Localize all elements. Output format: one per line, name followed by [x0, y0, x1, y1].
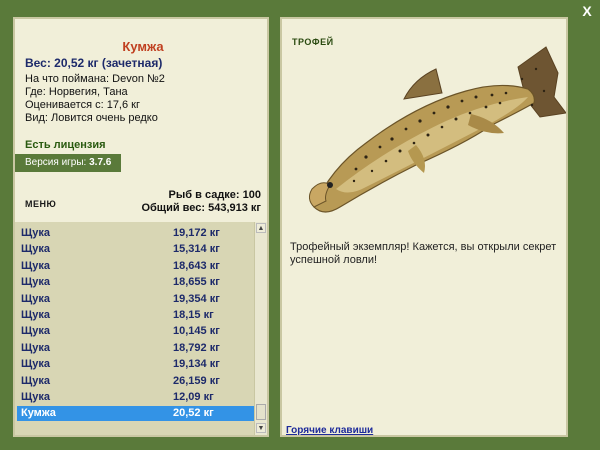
catch-list-item[interactable]: Щука 26,159 кг: [17, 374, 255, 389]
catch-fish-name: Щука: [21, 276, 50, 289]
scroll-down-icon[interactable]: ▼: [256, 423, 266, 433]
catch-fish-weight: 18,643 кг: [173, 259, 220, 272]
catch-list-item[interactable]: Щука 18,643 кг: [17, 259, 255, 274]
catch-list[interactable]: Кумжа 20,52 кг Щука 12,09 кг Щука 26,159 кг Щу…: [15, 222, 267, 435]
catch-list-item[interactable]: Щука 18,792 кг: [17, 341, 255, 356]
catch-list-item[interactable]: Щука 19,172 кг: [17, 226, 255, 241]
catch-list-item[interactable]: Щука 12,09 кг: [17, 390, 255, 405]
catch-fish-name: Щука: [21, 358, 50, 371]
catch-list-item[interactable]: Щука 15,314 кг: [17, 242, 255, 257]
catch-fish-name: Щука: [21, 325, 50, 338]
bait-info: На что поймана: Devon №2: [25, 73, 165, 85]
catch-fish-weight: 19,134 кг: [173, 358, 220, 371]
catch-fish-name: Щука: [21, 341, 50, 354]
cage-summary: Рыб в садке: 100 Общий вес: 543,913 кг: [141, 189, 261, 215]
catch-fish-weight: 20,52 кг: [173, 407, 214, 420]
catch-fish-weight: 19,172 кг: [173, 227, 220, 239]
fish-weight: Вес: 20,52 кг (зачетная): [25, 56, 163, 70]
catch-fish-weight: 18,15 кг: [173, 309, 214, 321]
catch-list-item[interactable]: Щука 10,145 кг: [17, 324, 255, 339]
catch-fish-weight: 18,792 кг: [173, 341, 220, 354]
catch-fish-name: Кумжа: [21, 407, 56, 420]
cage-total-weight: Общий вес: 543,913 кг: [141, 202, 261, 214]
catch-fish-name: Щука: [21, 374, 50, 387]
rated-info: Оценивается с: 17,6 кг: [25, 99, 140, 111]
catch-fish-weight: 15,314 кг: [173, 243, 220, 256]
close-icon[interactable]: X: [580, 4, 594, 18]
trophy-description: Трофейный экземпляр! Кажется, вы открыли…: [290, 241, 557, 266]
hotkeys-link[interactable]: Горячие клавиши: [286, 425, 373, 436]
catch-fish-weight: 12,09 кг: [173, 391, 214, 403]
catch-fish-name: Щука: [21, 292, 50, 305]
menu-button[interactable]: МЕНЮ: [25, 199, 56, 209]
catch-info-panel: Кумжа Вес: 20,52 кг (зачетная) На что по…: [13, 17, 269, 437]
catch-fish-name: Щука: [21, 243, 50, 256]
catch-list-item[interactable]: Щука 19,354 кг: [17, 292, 255, 307]
place-info: Где: Норвегия, Тана: [25, 86, 128, 98]
version-badge: Версия игры: 3.7.6: [15, 154, 121, 172]
catch-fish-weight: 19,354 кг: [173, 292, 220, 305]
kind-info: Вид: Ловится очень редко: [25, 112, 158, 124]
scroll-up-icon[interactable]: ▲: [256, 223, 266, 233]
catch-fish-name: Щука: [21, 309, 50, 321]
scroll-thumb[interactable]: [256, 404, 266, 420]
catch-list-item[interactable]: Щука 18,15 кг: [17, 308, 255, 323]
trophy-panel: ТРОФЕЙ Трофейный экземпляр! Кажется, вы …: [280, 17, 568, 437]
catch-fish-weight: 18,655 кг: [173, 276, 220, 289]
fish-name: Кумжа: [122, 39, 164, 54]
catch-list-item[interactable]: Кумжа 20,52 кг: [17, 406, 255, 422]
catch-fish-weight: 10,145 кг: [173, 325, 220, 338]
catch-fish-name: Щука: [21, 391, 50, 403]
catch-fish-name: Щука: [21, 259, 50, 272]
cage-count: Рыб в садке: 100: [168, 189, 261, 201]
version-label: Версия игры:: [25, 157, 87, 168]
catch-list-scrollbar[interactable]: ▲ ▼: [254, 222, 267, 435]
catch-fish-weight: 26,159 кг: [173, 374, 220, 387]
trout-image: [308, 46, 566, 213]
catch-fish-name: Щука: [21, 227, 50, 239]
license-status: Есть лицензия: [25, 139, 106, 151]
version-value: 3.7.6: [89, 157, 112, 168]
catch-list-item[interactable]: Щука 19,134 кг: [17, 357, 255, 372]
catch-list-item[interactable]: Щука 18,655 кг: [17, 275, 255, 290]
